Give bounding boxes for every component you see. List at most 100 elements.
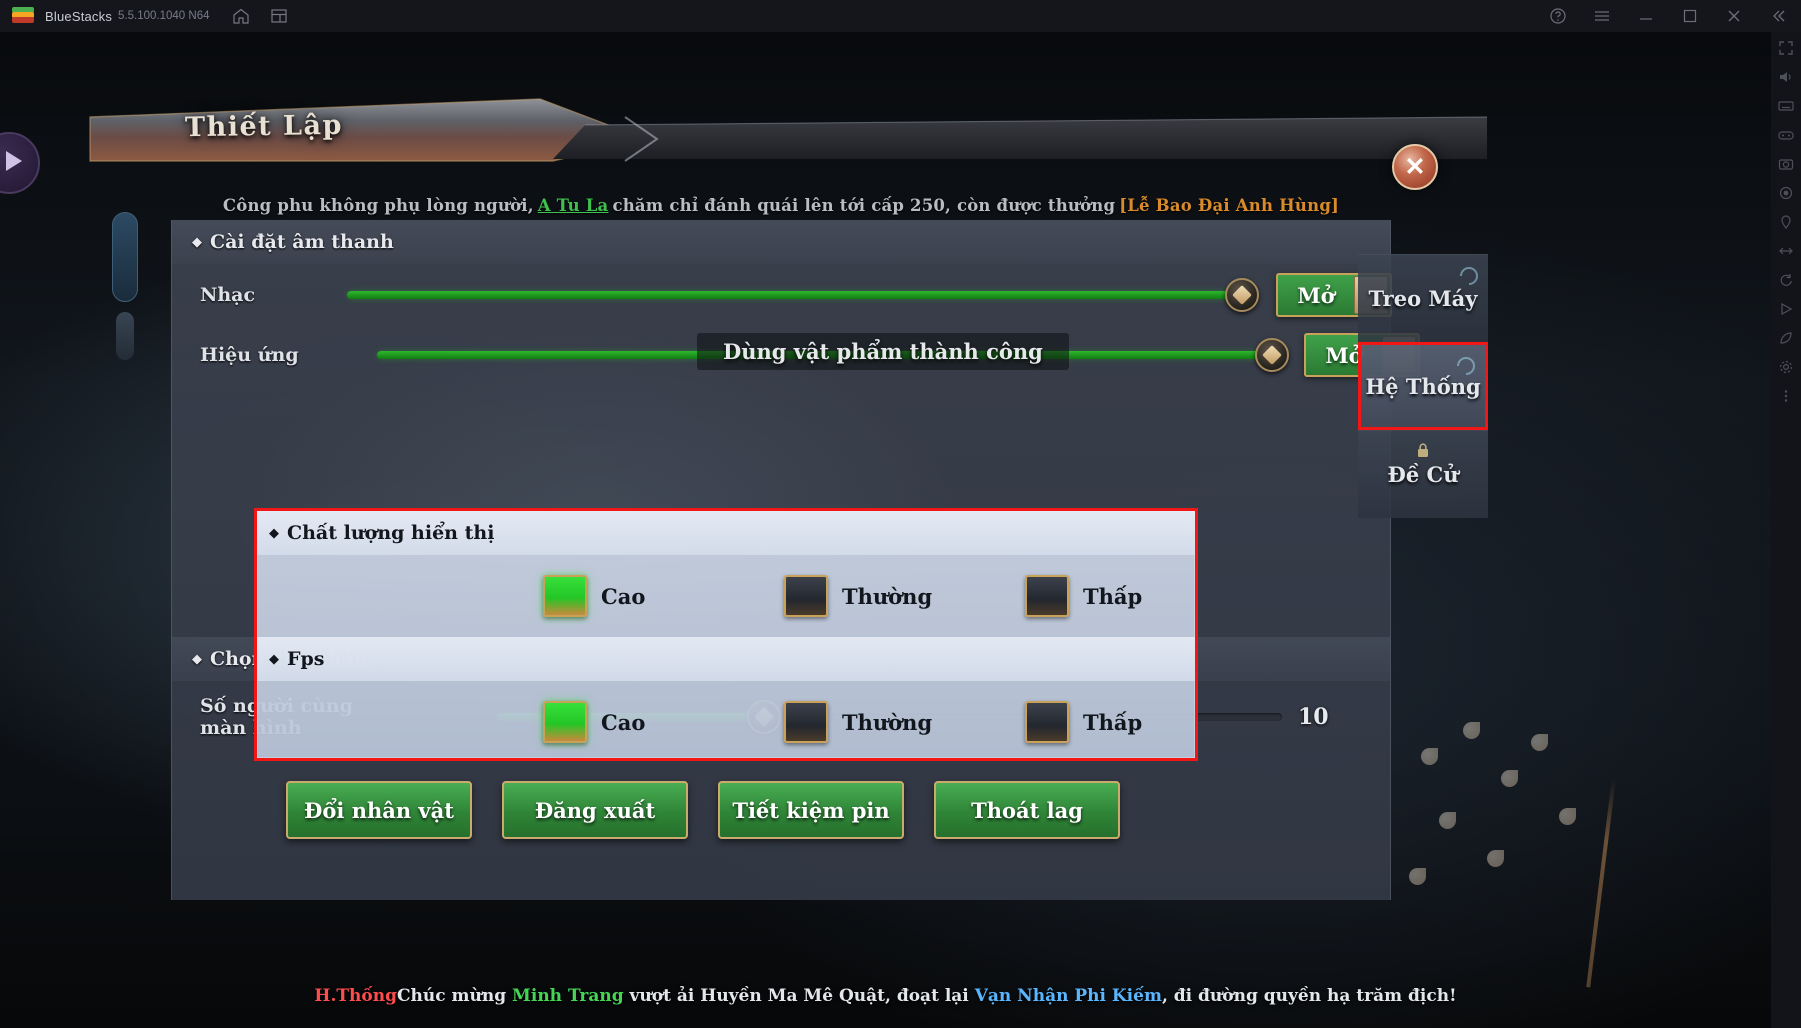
record-icon[interactable] bbox=[1778, 185, 1794, 201]
onscreen-players-value: 10 bbox=[1298, 704, 1329, 730]
label-display-quality-medium: Thường bbox=[842, 583, 933, 609]
fps-option-medium[interactable]: Thường bbox=[784, 701, 932, 743]
close-settings-button[interactable]: ✕ bbox=[1392, 144, 1438, 190]
home-icon[interactable] bbox=[232, 7, 250, 25]
label-music: Nhạc bbox=[200, 284, 256, 306]
label-sfx: Hiệu ứng bbox=[200, 344, 299, 366]
chat-text-2: vượt ải Huyền Ma Mê Quật, đoạt lại bbox=[629, 986, 969, 1006]
window-banner: Thiết Lập bbox=[85, 87, 1490, 162]
rotate-icon[interactable] bbox=[1778, 272, 1794, 288]
music-toggle-label: Mở bbox=[1297, 282, 1335, 308]
titlebar: BlueStacks 5.5.100.1040 N64 bbox=[0, 0, 1801, 32]
action-button-bar: Đổi nhân vật Đăng xuất Tiết kiệm pin Tho… bbox=[172, 753, 1390, 863]
label-fps-low: Thấp bbox=[1083, 709, 1143, 735]
radio-fps-high[interactable] bbox=[543, 701, 587, 743]
bluestacks-sidebar bbox=[1771, 32, 1801, 1028]
multi-instance-icon[interactable] bbox=[270, 7, 288, 25]
diamond-bullet-icon: ◆ bbox=[269, 525, 279, 541]
fps-option-high[interactable]: Cao bbox=[543, 701, 645, 743]
display-quality-option-high[interactable]: Cao bbox=[543, 575, 645, 617]
shake-icon[interactable] bbox=[1778, 243, 1794, 259]
section-title-audio: Cài đặt âm thanh bbox=[210, 231, 394, 253]
eco-icon[interactable] bbox=[1778, 330, 1794, 346]
fps-option-low[interactable]: Thấp bbox=[1025, 701, 1142, 743]
minimize-icon[interactable] bbox=[1637, 7, 1655, 25]
app-name: BlueStacks bbox=[45, 8, 113, 24]
chat-text-3: , đi đường quyền hạ trăm địch! bbox=[1161, 986, 1457, 1006]
volume-icon[interactable] bbox=[1778, 69, 1794, 85]
display-quality-options: Cao Thường Thấp bbox=[257, 555, 1195, 637]
highlighted-graphics-group: ◆ Chất lượng hiển thị Cao Thường Thấp ◆ … bbox=[254, 508, 1198, 761]
section-header-fps: ◆ Fps bbox=[257, 637, 1195, 681]
swirl-icon bbox=[1458, 265, 1480, 287]
chat-player-name[interactable]: Minh Trang bbox=[512, 986, 624, 1006]
settings-panel: ◆ Cài đặt âm thanh Nhạc Mở Hiệu ứng Mở ◆… bbox=[171, 220, 1420, 900]
section-title-display-quality: Chất lượng hiển thị bbox=[287, 522, 495, 544]
close-icon[interactable] bbox=[1725, 7, 1743, 25]
macro-icon[interactable] bbox=[1778, 301, 1794, 317]
settings-tab-list: Treo Máy Hệ Thống Đề Cử bbox=[1358, 254, 1488, 518]
radio-display-quality-low[interactable] bbox=[1025, 575, 1069, 617]
maximize-icon[interactable] bbox=[1681, 7, 1699, 25]
marquee-text-2: chăm chỉ đánh quái lên tới cấp 250, còn … bbox=[612, 195, 1116, 215]
play-orb-icon[interactable] bbox=[0, 132, 40, 194]
chat-text-1: Chúc mừng bbox=[397, 986, 507, 1006]
tab-recommend[interactable]: Đề Cử bbox=[1358, 430, 1488, 518]
section-title-fps: Fps bbox=[287, 648, 325, 670]
settings-icon[interactable] bbox=[1778, 359, 1794, 375]
logout-button[interactable]: Đăng xuất bbox=[502, 781, 688, 839]
section-header-audio: ◆ Cài đặt âm thanh bbox=[172, 220, 1390, 264]
marquee-reward-item[interactable]: [Lễ Bao Đại Anh Hùng] bbox=[1119, 196, 1339, 215]
screenshot-icon[interactable] bbox=[1778, 156, 1794, 172]
display-quality-option-medium[interactable]: Thường bbox=[784, 575, 932, 617]
titlebar-controls bbox=[1549, 0, 1787, 32]
help-icon[interactable] bbox=[1549, 7, 1567, 25]
gamepad-icon[interactable] bbox=[1778, 127, 1794, 143]
label-fps-high: Cao bbox=[601, 709, 646, 735]
radio-display-quality-high[interactable] bbox=[543, 575, 587, 617]
collapse-icon[interactable] bbox=[1769, 7, 1787, 25]
section-header-display-quality: ◆ Chất lượng hiển thị bbox=[257, 511, 1195, 555]
chat-channel[interactable]: H.Thống bbox=[314, 986, 397, 1006]
toast-message: Dùng vật phẩm thành công bbox=[697, 333, 1069, 370]
announcement-marquee: Công phu không phụ lòng người, A Tu La c… bbox=[171, 190, 1391, 220]
display-quality-option-low[interactable]: Thấp bbox=[1025, 575, 1142, 617]
radio-fps-medium[interactable] bbox=[784, 701, 828, 743]
more-icon[interactable] bbox=[1778, 388, 1794, 404]
music-volume-slider[interactable] bbox=[347, 278, 1259, 312]
game-viewport: Thiết Lập ✕ Công phu không phụ lòng ngườ… bbox=[0, 32, 1771, 1028]
lock-icon bbox=[1414, 439, 1432, 457]
radio-display-quality-medium[interactable] bbox=[784, 575, 828, 617]
tab-label-system: Hệ Thống bbox=[1365, 373, 1481, 399]
bluestacks-window: BlueStacks 5.5.100.1040 N64 Thiết Lập ✕ … bbox=[0, 0, 1801, 1028]
settings-window: Thiết Lập ✕ Công phu không phụ lòng ngườ… bbox=[85, 87, 1490, 900]
label-display-quality-high: Cao bbox=[601, 583, 646, 609]
label-display-quality-low: Thấp bbox=[1083, 583, 1143, 609]
fullscreen-icon[interactable] bbox=[1778, 40, 1794, 56]
tab-label-recommend: Đề Cử bbox=[1387, 462, 1459, 487]
switch-character-button[interactable]: Đổi nhân vật bbox=[286, 781, 472, 839]
music-slider-knob[interactable] bbox=[1225, 278, 1259, 312]
fps-options: Cao Thường Thấp bbox=[257, 681, 1195, 763]
swirl-icon bbox=[1455, 355, 1477, 377]
tab-system[interactable]: Hệ Thống bbox=[1358, 342, 1488, 430]
tab-label-idle-mode: Treo Máy bbox=[1368, 286, 1478, 311]
battery-saver-button[interactable]: Tiết kiệm pin bbox=[718, 781, 904, 839]
marquee-text-1: Công phu không phụ lòng người, bbox=[222, 195, 534, 215]
tab-idle-mode[interactable]: Treo Máy bbox=[1358, 254, 1488, 342]
marquee-player-name[interactable]: A Tu La bbox=[538, 196, 609, 215]
diamond-bullet-icon: ◆ bbox=[192, 651, 202, 667]
exit-lag-button[interactable]: Thoát lag bbox=[934, 781, 1120, 839]
chat-item-name[interactable]: Vạn Nhận Phi Kiếm bbox=[975, 986, 1162, 1006]
label-fps-medium: Thường bbox=[842, 709, 933, 735]
chat-broadcast-line: H.ThốngChúc mừng Minh Trang vượt ải Huyề… bbox=[0, 986, 1771, 1006]
diamond-bullet-icon: ◆ bbox=[269, 651, 279, 667]
keyboard-icon[interactable] bbox=[1778, 98, 1794, 114]
row-music: Nhạc Mở bbox=[172, 264, 1392, 326]
location-icon[interactable] bbox=[1778, 214, 1794, 230]
app-version: 5.5.100.1040 N64 bbox=[118, 10, 210, 22]
radio-fps-low[interactable] bbox=[1025, 701, 1069, 743]
sfx-slider-knob[interactable] bbox=[1255, 338, 1289, 372]
page-title: Thiết Lập bbox=[184, 109, 344, 144]
menu-icon[interactable] bbox=[1593, 7, 1611, 25]
